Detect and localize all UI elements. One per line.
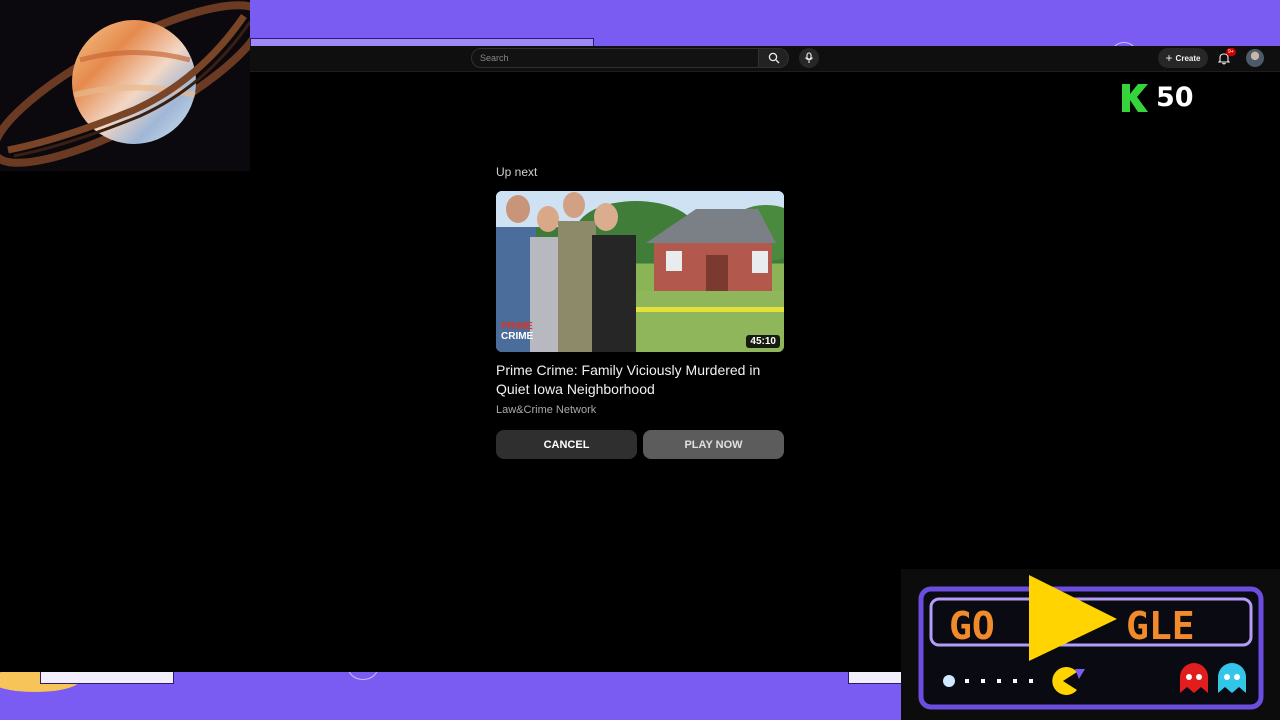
doodle-left-text: GO [949,604,995,648]
channel-name[interactable]: Law&Crime Network [496,404,596,416]
brand-logo: PRIME CRIME [501,321,534,342]
duration-badge: 45:10 [746,335,780,348]
thumbnail-image [496,191,784,352]
up-next-thumbnail[interactable]: PRIME CRIME 45:10 [496,191,784,352]
red-ghost-icon [1180,663,1208,693]
up-next-label: Up next [496,165,538,179]
doodle-right-text: GLE [1126,604,1195,648]
google-doodle-overlay: GO GLE [901,569,1280,720]
cancel-button[interactable]: CANCEL [496,430,637,459]
cyan-ghost-icon [1218,663,1246,693]
saturn-image [0,1,250,167]
play-now-button[interactable]: PLAY NOW [643,430,784,459]
pacman-doodle: GO GLE [918,575,1264,710]
video-title[interactable]: Prime Crime: Family Viciously Murdered i… [496,361,786,399]
saturn-overlay [0,0,250,171]
